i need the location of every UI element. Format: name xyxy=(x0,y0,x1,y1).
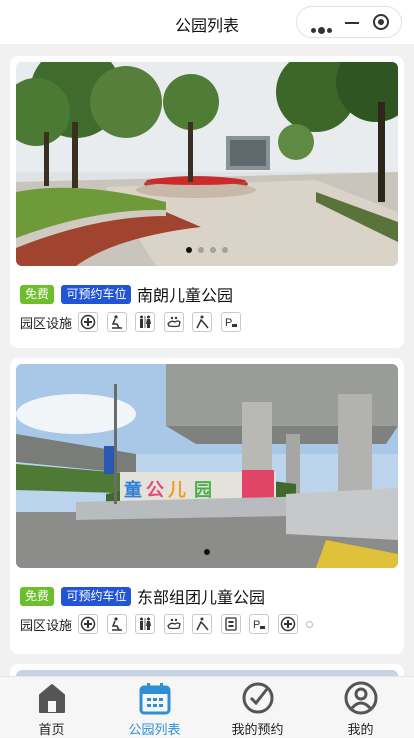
tab-bar: 首页 公园列表 我的预约 我的 xyxy=(0,676,414,737)
navigation-bar: 公园列表 xyxy=(0,0,414,44)
svg-text:儿: 儿 xyxy=(167,480,186,500)
pet-area-icon xyxy=(163,312,184,332)
first-aid-icon xyxy=(78,614,99,634)
facility-label: 园区设施 xyxy=(20,315,73,331)
carousel-indicator xyxy=(16,542,398,560)
restroom-icon xyxy=(135,614,156,634)
more-facilities-indicator xyxy=(306,620,314,628)
svg-text:P: P xyxy=(225,317,232,329)
tab-my-booking-label: 我的预约 xyxy=(231,722,284,737)
parking-icon: P xyxy=(220,312,241,332)
svg-text:童: 童 xyxy=(124,479,142,500)
parking-badge: 可预约车位 xyxy=(61,284,132,304)
free-badge: 免费 xyxy=(20,586,55,606)
svg-text:公: 公 xyxy=(146,480,164,500)
user-icon xyxy=(344,681,378,715)
tab-home[interactable]: 首页 xyxy=(0,677,103,737)
tab-home-label: 首页 xyxy=(38,722,65,737)
slide-icon xyxy=(192,312,213,332)
free-badge: 免费 xyxy=(20,284,55,304)
home-icon xyxy=(39,684,65,713)
mini-program-capsule xyxy=(296,6,402,38)
carousel-indicator xyxy=(16,240,398,258)
facility-label: 园区设施 xyxy=(20,617,73,633)
svg-text:园: 园 xyxy=(194,480,212,500)
check-circle-icon xyxy=(242,682,274,714)
parking-badge: 可预约车位 xyxy=(61,586,132,606)
more-icon[interactable] xyxy=(311,20,334,38)
park-title-row: 免费 可预约车位 东部组团儿童公园 xyxy=(20,584,265,607)
fitness-icon xyxy=(106,312,127,332)
svg-text:P: P xyxy=(253,619,260,631)
park-photo: 童 公 儿 园 xyxy=(16,364,398,568)
pet-area-icon xyxy=(163,614,184,634)
facility-row: 园区设施 P xyxy=(20,312,245,336)
close-icon[interactable] xyxy=(373,14,389,30)
restroom-icon xyxy=(135,312,156,332)
facility-row: 园区设施 P xyxy=(20,614,314,638)
park-photo-carousel[interactable]: 童 公 儿 园 xyxy=(16,364,398,568)
park-card[interactable]: 童 公 儿 园 免费 可预约车位 东部组团儿童公园 园区设施 P xyxy=(10,358,404,654)
calendar-icon xyxy=(139,683,171,715)
tab-park-list[interactable]: 公园列表 xyxy=(103,677,206,737)
first-aid-icon xyxy=(78,312,99,332)
minimize-icon[interactable] xyxy=(345,22,359,24)
park-card[interactable]: 免费 可预约车位 南朗儿童公园 园区设施 P xyxy=(10,56,404,348)
info-board-icon xyxy=(220,614,241,634)
fitness-icon xyxy=(106,614,127,634)
park-name: 东部组团儿童公园 xyxy=(136,590,265,607)
first-aid-icon xyxy=(277,614,298,634)
tab-park-list-label: 公园列表 xyxy=(128,722,181,737)
tab-my-booking[interactable]: 我的预约 xyxy=(206,677,309,737)
tab-profile-label: 我的 xyxy=(347,722,374,737)
park-name: 南朗儿童公园 xyxy=(136,288,233,305)
park-title-row: 免费 可预约车位 南朗儿童公园 xyxy=(20,282,233,305)
park-photo-carousel[interactable] xyxy=(16,62,398,266)
slide-icon xyxy=(192,614,213,634)
tab-profile[interactable]: 我的 xyxy=(309,677,412,737)
parking-icon: P xyxy=(249,614,270,634)
park-photo xyxy=(16,62,398,266)
